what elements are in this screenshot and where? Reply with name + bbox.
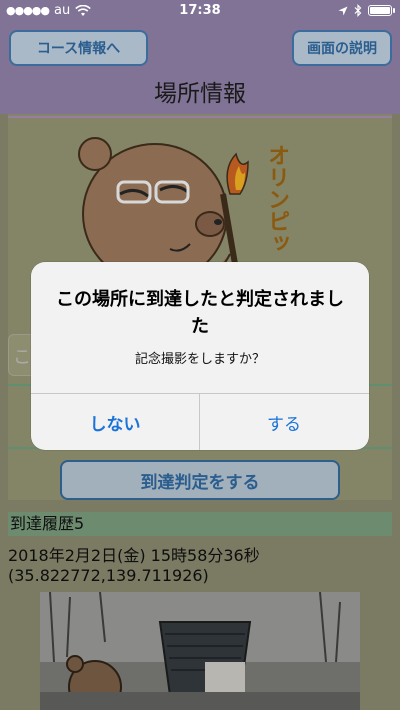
history-title: 到達履歴5 bbox=[8, 512, 392, 536]
history-datetime: 2018年2月2日(金) 15時58分36秒 bbox=[8, 546, 260, 565]
divider bbox=[8, 116, 392, 118]
dialog-message: 記念撮影をしますか？ bbox=[134, 352, 265, 367]
battery-icon bbox=[368, 5, 395, 16]
arrival-alert-dialog: この場所に到達したと判定されました 記念撮影をしますか？ しない する bbox=[31, 262, 369, 450]
location-arrow-icon bbox=[338, 6, 348, 15]
status-right bbox=[338, 4, 395, 17]
history-coordinates: (35.822772,139.711926) bbox=[8, 566, 209, 585]
screen-help-button[interactable]: 画面の説明 bbox=[292, 30, 392, 66]
bluetooth-icon bbox=[354, 4, 362, 17]
arrival-judge-button[interactable]: 到達判定をする bbox=[60, 460, 340, 500]
status-bar: ●●●●● au 17:38 bbox=[0, 0, 400, 22]
dialog-cancel-button[interactable]: しない bbox=[31, 394, 199, 450]
dialog-confirm-button[interactable]: する bbox=[200, 394, 368, 450]
page-title: 場所情報 bbox=[154, 81, 246, 107]
name-field-text: こ bbox=[13, 347, 31, 368]
nav-bar: コース情報へ 画面の説明 場所情報 bbox=[0, 22, 400, 114]
course-info-button[interactable]: コース情報へ bbox=[9, 30, 148, 66]
commemorative-photo bbox=[40, 592, 360, 710]
mascot-caption: オリンピッ bbox=[264, 144, 289, 254]
dialog-title: この場所に到達したと判定されました bbox=[56, 289, 344, 337]
